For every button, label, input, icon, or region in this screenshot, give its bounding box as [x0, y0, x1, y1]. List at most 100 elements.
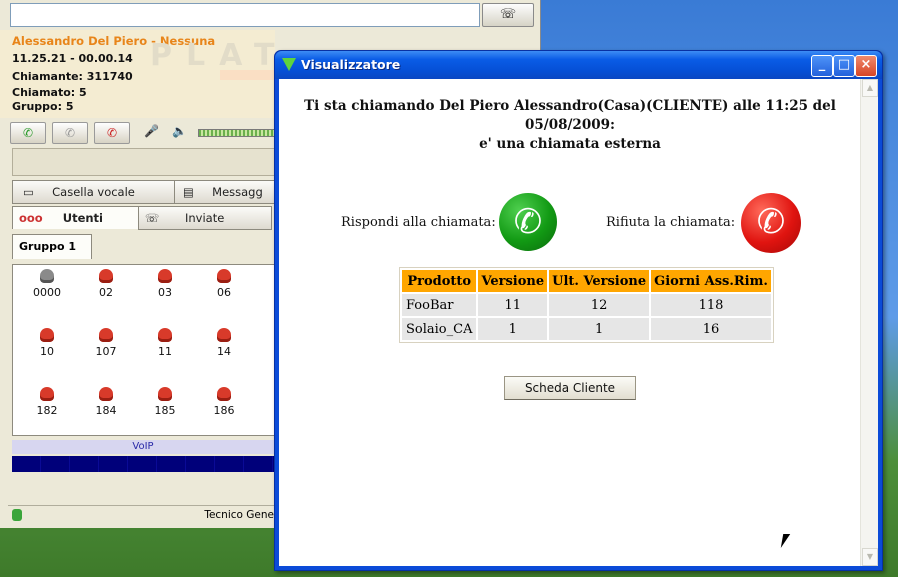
- window-content: Ti sta chiamando Del Piero Alessandro(Ca…: [279, 79, 878, 566]
- user-phone-icon: [217, 387, 231, 401]
- user-item[interactable]: 107: [84, 328, 128, 358]
- user-phone-icon: [40, 328, 54, 342]
- user-label: 11: [158, 345, 172, 358]
- user-item[interactable]: 186: [202, 387, 246, 417]
- desktop-icon[interactable]: [0, 528, 60, 568]
- user-status-icon: [12, 509, 22, 521]
- transfer-icon: ✆: [64, 126, 76, 140]
- table-row: Solaio_CA 1 1 16: [402, 318, 771, 340]
- viewer-window: Visualizzatore _ □ × Ti sta chiamando De…: [274, 50, 883, 571]
- tab-sent[interactable]: ☏ Inviate: [138, 206, 272, 230]
- user-phone-icon: [99, 328, 113, 342]
- user-item[interactable]: 10: [25, 328, 69, 358]
- voip-header: VoIP: [12, 440, 274, 454]
- status-text: Tecnico Gene: [204, 509, 274, 521]
- user-label: 14: [217, 345, 231, 358]
- search-call-button[interactable]: ☏: [482, 3, 534, 27]
- tab-users[interactable]: ooo Utenti: [12, 206, 144, 229]
- minimize-button[interactable]: _: [811, 55, 833, 77]
- col-latest-version: Ult. Versione: [549, 270, 650, 292]
- window-title: Visualizzatore: [301, 57, 401, 72]
- call-time: 11.25.21 - 00.00.14: [12, 52, 133, 65]
- user-phone-icon: [158, 387, 172, 401]
- speaker-icon[interactable]: 🔈: [172, 124, 187, 138]
- tab-voicemail[interactable]: ▭ Casella vocale: [12, 180, 184, 204]
- volume-level-bar[interactable]: [198, 129, 277, 137]
- reject-call-button[interactable]: ✆: [741, 193, 801, 253]
- customer-card-button[interactable]: Scheda Cliente: [504, 376, 636, 400]
- user-label: 06: [217, 286, 231, 299]
- user-item[interactable]: 0000: [25, 269, 69, 299]
- user-item[interactable]: 14: [202, 328, 246, 358]
- col-version: Versione: [478, 270, 548, 292]
- user-label: 0000: [33, 286, 61, 299]
- caller-number: Chiamante: 311740: [12, 70, 133, 83]
- tab-sent-label: Inviate: [184, 211, 225, 225]
- incoming-call-message: Ti sta chiamando Del Piero Alessandro(Ca…: [279, 97, 861, 154]
- user-phone-icon: [158, 328, 172, 342]
- microphone-icon[interactable]: 🎤: [144, 124, 159, 138]
- called-number: Chiamato: 5: [12, 86, 87, 99]
- title-bar[interactable]: Visualizzatore _ □ ×: [275, 51, 882, 79]
- user-label: 10: [40, 345, 54, 358]
- decor-strip: [220, 70, 275, 80]
- answer-label: Rispondi alla chiamata:: [341, 215, 496, 230]
- app-icon: [282, 58, 296, 71]
- user-label: 182: [36, 404, 58, 417]
- cell-product: FooBar: [402, 294, 477, 316]
- cell-latest-version: 1: [549, 318, 650, 340]
- user-label: 03: [158, 286, 172, 299]
- tab-messages[interactable]: ▤ Messagg: [174, 180, 284, 204]
- message-icon: ▤: [183, 185, 194, 199]
- table-row: FooBar 11 12 118: [402, 294, 771, 316]
- tab-users-label: Utenti: [62, 211, 103, 225]
- user-phone-icon: [99, 387, 113, 401]
- sent-icon: ☏: [145, 211, 160, 225]
- status-panel: [12, 148, 277, 176]
- tab-voicemail-label: Casella vocale: [52, 185, 135, 199]
- close-button[interactable]: ×: [855, 55, 877, 77]
- user-label: 185: [154, 404, 176, 417]
- minimize-icon: _: [818, 57, 826, 72]
- scroll-up-icon[interactable]: ▲: [862, 79, 878, 97]
- answer-tool-button[interactable]: ✆: [10, 122, 46, 144]
- status-bar: Tecnico Gene: [8, 505, 276, 524]
- user-label: 02: [99, 286, 113, 299]
- user-label: 186: [213, 404, 235, 417]
- transfer-tool-button[interactable]: ✆: [52, 122, 88, 144]
- users-grid: 0000 02 03 06 10 107 11 14 182 184 185 1…: [12, 264, 276, 436]
- user-phone-icon: [40, 269, 54, 283]
- phone-red-icon: ✆: [756, 202, 786, 242]
- user-item[interactable]: 11: [143, 328, 187, 358]
- phone-green-icon: ✆: [513, 202, 543, 242]
- user-phone-icon: [158, 269, 172, 283]
- cell-remaining-days: 16: [651, 318, 771, 340]
- answer-icon: ✆: [22, 126, 34, 140]
- user-label: 184: [95, 404, 117, 417]
- users-icon: ooo: [19, 211, 43, 225]
- products-table: Prodotto Versione Ult. Versione Giorni A…: [399, 267, 774, 343]
- message-line-2: e' una chiamata esterna: [479, 136, 661, 152]
- user-item[interactable]: 03: [143, 269, 187, 299]
- cell-remaining-days: 118: [651, 294, 771, 316]
- reject-label: Rifiuta la chiamata:: [606, 215, 736, 230]
- user-item[interactable]: 182: [25, 387, 69, 417]
- cell-product: Solaio_CA: [402, 318, 477, 340]
- vertical-scrollbar[interactable]: ▲ ▼: [860, 79, 878, 566]
- voicemail-icon: ▭: [23, 185, 34, 199]
- hangup-icon: ✆: [106, 126, 118, 140]
- answer-call-button[interactable]: ✆: [499, 193, 557, 251]
- user-item[interactable]: 185: [143, 387, 187, 417]
- search-input[interactable]: [10, 3, 480, 27]
- hangup-tool-button[interactable]: ✆: [94, 122, 130, 144]
- maximize-icon: □: [837, 57, 851, 72]
- voip-channels-bar: [12, 456, 274, 472]
- user-item[interactable]: 02: [84, 269, 128, 299]
- logo-watermark: PLAT: [150, 38, 289, 73]
- user-item[interactable]: 184: [84, 387, 128, 417]
- phone-search-icon: ☏: [499, 7, 517, 22]
- scroll-down-icon[interactable]: ▼: [862, 548, 878, 566]
- user-item[interactable]: 06: [202, 269, 246, 299]
- maximize-button[interactable]: □: [833, 55, 855, 77]
- group-tab[interactable]: Gruppo 1: [12, 234, 92, 259]
